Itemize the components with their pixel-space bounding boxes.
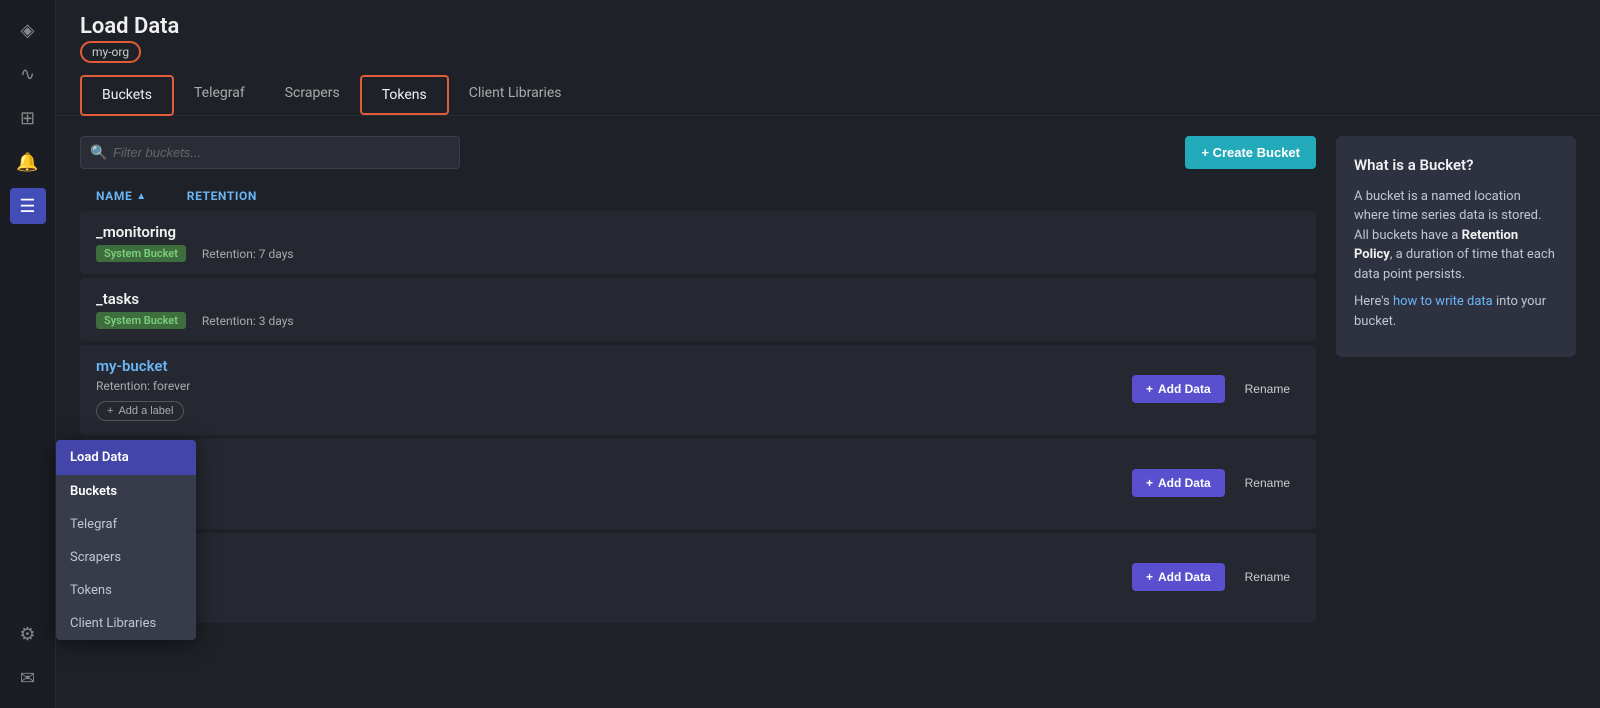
bucket-actions: + Add Data Rename [1132, 469, 1300, 497]
rename-button[interactable]: Rename [1235, 375, 1300, 403]
rename-button[interactable]: Rename [1235, 563, 1300, 591]
plus-icon: + [107, 405, 113, 417]
page-title: Load Data [80, 14, 179, 39]
content-main: 🔍 + Create Bucket NAME ▲ RETENTION _moni… [80, 136, 1316, 688]
add-data-button[interactable]: + Add Data [1132, 375, 1225, 403]
bucket-name: _monitoring [96, 223, 1300, 241]
bucket-info: _monitoring System Bucket Retention: 7 d… [96, 223, 1300, 262]
bucket-name[interactable]: bucket-2 [96, 451, 1132, 469]
sidebar-icon-dashboards[interactable]: ◈ [10, 12, 46, 48]
bucket-meta: System Bucket Retention: 7 days [96, 245, 1300, 262]
content-area: 🔍 + Create Bucket NAME ▲ RETENTION _moni… [56, 116, 1600, 708]
search-icon: 🔍 [90, 145, 107, 161]
sidebar-dropdown-item-buckets[interactable]: Buckets [56, 475, 196, 508]
column-header-name[interactable]: NAME ▲ [96, 189, 147, 203]
bucket-name: _tasks [96, 290, 1300, 308]
rename-button[interactable]: Rename [1235, 469, 1300, 497]
add-label-text: Add a label [118, 405, 173, 417]
add-data-label: Add Data [1158, 570, 1211, 584]
system-badge: System Bucket [96, 245, 186, 262]
bucket-actions: + Add Data Rename [1132, 563, 1300, 591]
add-data-button[interactable]: + Add Data [1132, 563, 1225, 591]
sidebar-icon-tasks[interactable]: ∿ [10, 56, 46, 92]
sidebar-icon-load-data[interactable]: ☰ [10, 188, 46, 224]
bucket-meta: System Bucket Retention: 3 days [96, 312, 1300, 329]
bucket-meta: Retention: forever [96, 473, 1132, 487]
plus-icon: + [1146, 570, 1153, 584]
add-label-row: + Add a label [96, 401, 1132, 421]
sidebar-icon-settings[interactable]: ⚙ [10, 616, 46, 652]
sidebar-dropdown-header[interactable]: Load Data [56, 440, 196, 475]
create-bucket-button[interactable]: + Create Bucket [1185, 136, 1316, 169]
bucket-info: _tasks System Bucket Retention: 3 days [96, 290, 1300, 329]
table-row: bucket-2 Retention: forever + Add a labe… [80, 439, 1316, 529]
table-row: bucket-3 Retention: forever + Add a labe… [80, 533, 1316, 623]
side-panel: What is a Bucket? A bucket is a named lo… [1336, 136, 1576, 688]
add-label-button[interactable]: + Add a label [96, 401, 184, 421]
retention-text: Retention: 3 days [202, 314, 294, 328]
filter-input[interactable] [80, 136, 460, 169]
tab-bar: Buckets Telegraf Scrapers Tokens Client … [56, 75, 1600, 116]
sidebar: ◈ ∿ ⊞ 🔔 ☰ ⚙ ✉ Load Data Buckets Telegraf… [0, 0, 56, 708]
add-data-button[interactable]: + Add Data [1132, 469, 1225, 497]
tab-client-libraries[interactable]: Client Libraries [449, 75, 582, 115]
table-row: _monitoring System Bucket Retention: 7 d… [80, 211, 1316, 274]
bucket-meta: Retention: forever [96, 567, 1132, 581]
bucket-name[interactable]: bucket-3 [96, 545, 1132, 563]
retention-text: Retention: 7 days [202, 247, 294, 261]
plus-icon: + [1146, 382, 1153, 396]
tab-buckets[interactable]: Buckets [80, 75, 174, 116]
info-card: What is a Bucket? A bucket is a named lo… [1336, 136, 1576, 357]
tab-scrapers[interactable]: Scrapers [265, 75, 360, 115]
topbar: Load Data my-org [56, 0, 1600, 75]
bucket-actions: + Add Data Rename [1132, 375, 1300, 403]
sidebar-icon-alerts[interactable]: 🔔 [10, 144, 46, 180]
add-data-label: Add Data [1158, 382, 1211, 396]
bucket-info: bucket-2 Retention: forever + Add a labe… [96, 451, 1132, 515]
info-card-title: What is a Bucket? [1354, 154, 1558, 177]
info-card-body: A bucket is a named location where time … [1354, 187, 1558, 285]
bucket-name[interactable]: my-bucket [96, 357, 1132, 375]
plus-icon: + [1146, 476, 1153, 490]
sidebar-icon-explorer[interactable]: ⊞ [10, 100, 46, 136]
table-row: my-bucket Retention: forever + Add a lab… [80, 345, 1316, 435]
column-header-retention[interactable]: RETENTION [187, 189, 257, 203]
system-badge: System Bucket [96, 312, 186, 329]
bucket-meta: Retention: forever [96, 379, 1132, 393]
add-label-row: + Add a label [96, 495, 1132, 515]
tab-tokens[interactable]: Tokens [360, 75, 449, 115]
main-content: Load Data my-org Buckets Telegraf Scrape… [56, 0, 1600, 708]
tab-telegraf[interactable]: Telegraf [174, 75, 265, 115]
info-card-link-text: Here's how to write data into your bucke… [1354, 292, 1558, 331]
retention-text: Retention: forever [96, 379, 190, 393]
table-headers: NAME ▲ RETENTION [80, 185, 1316, 207]
filter-row: 🔍 + Create Bucket [80, 136, 1316, 169]
add-data-label: Add Data [1158, 476, 1211, 490]
how-to-write-data-link[interactable]: how to write data [1393, 294, 1493, 309]
sort-arrow-icon: ▲ [136, 191, 147, 202]
bucket-info: bucket-3 Retention: forever + Add a labe… [96, 545, 1132, 609]
sidebar-dropdown-item-client-libraries[interactable]: Client Libraries [56, 607, 196, 640]
sidebar-dropdown-item-telegraf[interactable]: Telegraf [56, 508, 196, 541]
add-label-row: + Add a label [96, 589, 1132, 609]
sidebar-dropdown-item-tokens[interactable]: Tokens [56, 574, 196, 607]
filter-input-wrap: 🔍 [80, 136, 460, 169]
bucket-info: my-bucket Retention: forever + Add a lab… [96, 357, 1132, 421]
table-row: _tasks System Bucket Retention: 3 days [80, 278, 1316, 341]
sidebar-icon-feedback[interactable]: ✉ [10, 660, 46, 696]
sidebar-dropdown: Load Data Buckets Telegraf Scrapers Toke… [56, 440, 196, 640]
info-card-bold: Retention Policy [1354, 228, 1518, 263]
sidebar-dropdown-item-scrapers[interactable]: Scrapers [56, 541, 196, 574]
org-badge[interactable]: my-org [80, 41, 141, 63]
